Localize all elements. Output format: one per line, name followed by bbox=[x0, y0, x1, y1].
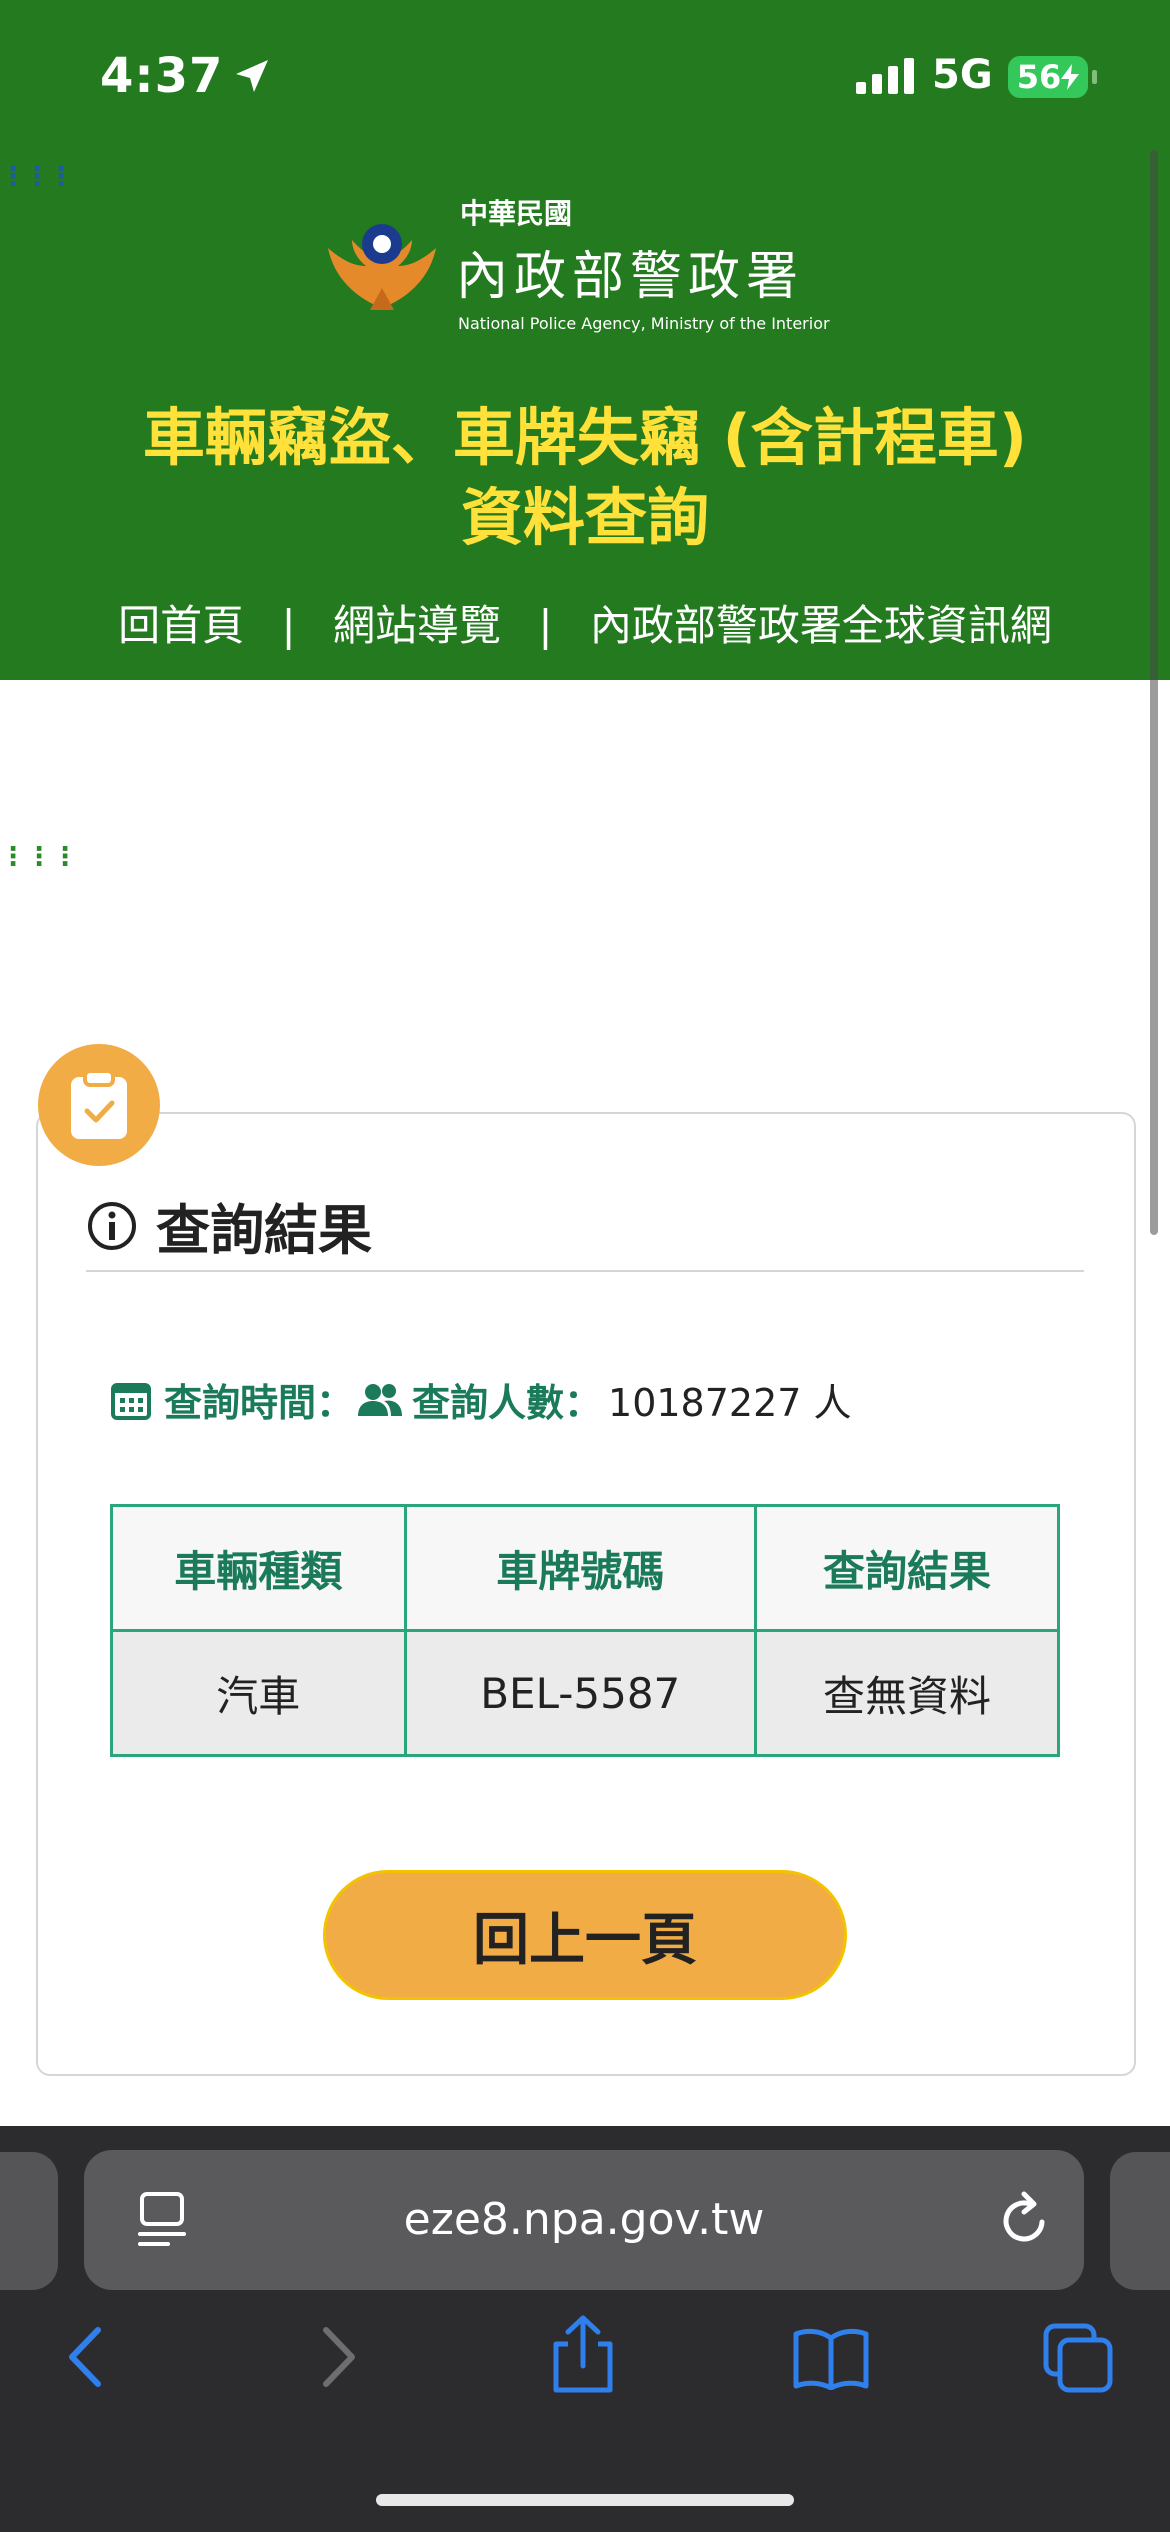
table-header-row: 車輛種類 車牌號碼 查詢結果 bbox=[110, 1504, 1061, 1632]
column-header-plate-number: 車牌號碼 bbox=[403, 1504, 757, 1632]
cell-plate-number: BEL-5587 bbox=[403, 1629, 757, 1757]
url-text[interactable]: eze8.npa.gov.tw bbox=[84, 2150, 1084, 2290]
accesskey-dots-icon: ⋮⋮⋮ bbox=[0, 842, 78, 872]
battery-cap bbox=[1092, 70, 1097, 84]
column-header-vehicle-type: 車輛種類 bbox=[110, 1504, 407, 1632]
drag-handle-icon: ⋮⋮⋮ bbox=[0, 162, 74, 192]
query-count-value: 10187227 人 bbox=[608, 1381, 852, 1425]
browser-toolbar: eze8.npa.gov.tw bbox=[0, 2126, 1170, 2532]
cell-vehicle-type: 汽車 bbox=[110, 1629, 407, 1757]
charging-bolt-icon bbox=[1061, 64, 1080, 90]
page-title-line2: 資料查詢 bbox=[460, 481, 709, 554]
table-row: 汽車 BEL-5587 查無資料 bbox=[110, 1629, 1061, 1757]
police-emblem-icon bbox=[328, 224, 436, 310]
query-count-label: 查詢人數： bbox=[412, 1381, 603, 1425]
status-time: 4:37 bbox=[100, 48, 224, 104]
network-type: 5G bbox=[932, 52, 993, 98]
cell-result: 查無資料 bbox=[753, 1629, 1061, 1757]
cellular-signal-icon bbox=[856, 58, 914, 94]
clipboard-badge bbox=[38, 1044, 160, 1166]
logo-roc-text: 中華民國 bbox=[460, 197, 573, 230]
back-button[interactable]: 回上一頁 bbox=[323, 1870, 847, 2000]
result-table: 車輛種類 車牌號碼 查詢結果 汽車 BEL-5587 查無資料 bbox=[110, 1504, 1061, 1757]
previous-tab-peek[interactable] bbox=[0, 2152, 58, 2290]
home-indicator[interactable] bbox=[376, 2494, 794, 2506]
nav-sitemap-link[interactable]: 網站導覽 bbox=[333, 601, 501, 650]
nav-npa-portal-link[interactable]: 內政部警政署全球資訊網 bbox=[590, 601, 1052, 650]
info-circle-icon bbox=[88, 1201, 136, 1250]
reload-icon[interactable] bbox=[994, 2190, 1054, 2250]
address-bar[interactable]: eze8.npa.gov.tw bbox=[84, 2150, 1084, 2290]
battery-level: 56 bbox=[1016, 58, 1062, 96]
site-header: 4:37 5G 56 ⋮⋮⋮ 中華民國 內政部警政署 National Poli… bbox=[0, 0, 1170, 680]
column-header-result: 查詢結果 bbox=[753, 1504, 1061, 1632]
users-icon bbox=[358, 1383, 403, 1416]
clipboard-check-icon bbox=[71, 1069, 127, 1139]
nav-separator: | bbox=[281, 601, 296, 650]
header-nav: 回首頁 | 網站導覽 | 內政部警政署全球資訊網 bbox=[0, 592, 1170, 653]
share-icon[interactable] bbox=[548, 2314, 618, 2394]
result-title-text: 查詢結果 bbox=[156, 1199, 372, 1262]
calendar-icon bbox=[111, 1382, 151, 1420]
page-scrollbar[interactable] bbox=[1150, 150, 1158, 1235]
page-menu-icon[interactable] bbox=[134, 2190, 190, 2250]
back-arrow-icon[interactable] bbox=[62, 2322, 108, 2392]
nav-separator: | bbox=[538, 601, 553, 650]
result-section-title: 查詢結果 bbox=[86, 1186, 372, 1265]
battery-indicator: 56 bbox=[1008, 56, 1088, 98]
query-info: 查詢時間： 查詢人數： 10187227 人 bbox=[110, 1372, 852, 1427]
title-divider bbox=[86, 1270, 1084, 1272]
page-title-line1: 車輛竊盜、車牌失竊 (含計程車) bbox=[142, 401, 1028, 474]
forward-arrow-icon[interactable] bbox=[316, 2322, 362, 2392]
logo-agency-name: 內政部警政署 bbox=[456, 247, 805, 307]
query-time-label: 查詢時間： bbox=[164, 1381, 355, 1425]
page-title: 車輛竊盜、車牌失竊 (含計程車) 資料查詢 bbox=[0, 398, 1170, 558]
location-arrow-icon bbox=[236, 60, 268, 92]
logo-agency-english: National Police Agency, Ministry of the … bbox=[458, 314, 830, 333]
tabs-icon[interactable] bbox=[1042, 2322, 1114, 2394]
bookmarks-icon[interactable] bbox=[792, 2326, 870, 2390]
nav-home-link[interactable]: 回首頁 bbox=[118, 601, 244, 650]
next-tab-peek[interactable] bbox=[1110, 2152, 1170, 2290]
